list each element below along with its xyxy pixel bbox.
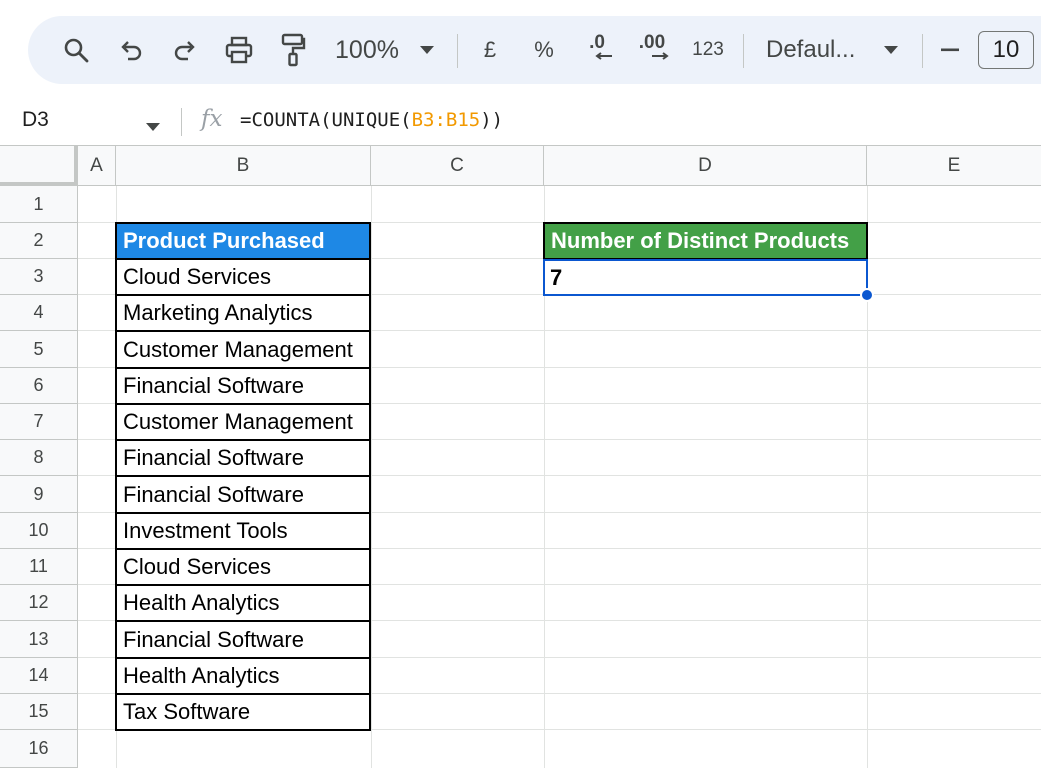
row-header[interactable]: 8 bbox=[0, 440, 78, 476]
paint-format-icon[interactable] bbox=[278, 16, 308, 84]
chevron-down-icon[interactable] bbox=[146, 118, 160, 136]
distinct-products-header-cell[interactable]: Number of Distinct Products bbox=[543, 222, 868, 260]
formula-divider bbox=[181, 108, 182, 136]
row-header[interactable]: 10 bbox=[0, 513, 78, 549]
row-header[interactable]: 16 bbox=[0, 730, 78, 768]
product-cell[interactable]: Financial Software bbox=[115, 369, 371, 405]
font-size-input[interactable]: 10 bbox=[978, 31, 1034, 69]
row-header[interactable]: 6 bbox=[0, 368, 78, 404]
formula-range-ref: B3:B15 bbox=[411, 109, 481, 131]
product-cell[interactable]: Financial Software bbox=[115, 441, 371, 477]
font-select[interactable]: Defaul... bbox=[766, 16, 862, 84]
product-cell[interactable]: Health Analytics bbox=[115, 659, 371, 695]
chevron-down-icon[interactable] bbox=[880, 16, 902, 84]
row-header[interactable]: 5 bbox=[0, 331, 78, 368]
fx-icon: fx bbox=[201, 106, 223, 132]
percent-button[interactable]: % bbox=[531, 16, 557, 84]
column-header-c[interactable]: C bbox=[371, 146, 544, 186]
row-header[interactable]: 13 bbox=[0, 621, 78, 658]
product-cell[interactable]: Tax Software bbox=[115, 695, 371, 731]
product-header-cell[interactable]: Product Purchased bbox=[115, 222, 371, 260]
product-cell[interactable]: Marketing Analytics bbox=[115, 296, 371, 332]
arrow-right-icon bbox=[652, 52, 669, 60]
select-all-corner[interactable] bbox=[0, 146, 78, 186]
number-format-button[interactable]: 123 bbox=[688, 16, 728, 84]
product-cell[interactable]: Financial Software bbox=[115, 477, 371, 514]
toolbar-divider bbox=[743, 34, 744, 68]
selection-outline bbox=[543, 259, 868, 296]
arrow-left-icon bbox=[595, 52, 612, 60]
row-header[interactable]: 15 bbox=[0, 694, 78, 730]
product-cell[interactable]: Cloud Services bbox=[115, 260, 371, 296]
row-header[interactable]: 3 bbox=[0, 259, 78, 295]
zoom-select[interactable]: 100% bbox=[334, 16, 400, 84]
fill-handle[interactable] bbox=[860, 288, 874, 302]
product-cell[interactable]: Investment Tools bbox=[115, 514, 371, 550]
formula-bar: D3 fx =COUNTA(UNIQUE(B3:B15)) bbox=[0, 98, 1041, 146]
product-cell[interactable]: Financial Software bbox=[115, 622, 371, 659]
formula-input[interactable]: =COUNTA(UNIQUE(B3:B15)) bbox=[240, 109, 503, 131]
chevron-down-icon[interactable] bbox=[416, 16, 438, 84]
product-cell[interactable]: Customer Management bbox=[115, 332, 371, 369]
column-header-a[interactable]: A bbox=[78, 146, 116, 186]
row-header[interactable]: 14 bbox=[0, 658, 78, 694]
row-header[interactable]: 9 bbox=[0, 476, 78, 513]
undo-icon[interactable] bbox=[116, 16, 146, 84]
search-icon[interactable] bbox=[58, 16, 94, 84]
currency-button[interactable]: £ bbox=[478, 16, 502, 84]
toolbar-divider bbox=[457, 34, 458, 68]
name-box[interactable]: D3 bbox=[22, 108, 49, 132]
toolbar-divider bbox=[922, 34, 923, 68]
spreadsheet-grid: A B C D E 1 2 3 4 5 6 7 8 9 10 11 12 13 … bbox=[0, 146, 1041, 768]
column-header-d[interactable]: D bbox=[544, 146, 867, 186]
row-header[interactable]: 11 bbox=[0, 549, 78, 585]
decrease-font-size-button[interactable] bbox=[937, 16, 963, 84]
row-header[interactable]: 2 bbox=[0, 223, 78, 259]
row-header[interactable]: 12 bbox=[0, 585, 78, 621]
increase-decimal-button[interactable]: .00 bbox=[632, 16, 672, 84]
product-cell[interactable]: Cloud Services bbox=[115, 550, 371, 586]
column-header-b[interactable]: B bbox=[116, 146, 371, 186]
decrease-decimal-button[interactable]: .0 bbox=[580, 16, 614, 84]
product-cell[interactable]: Health Analytics bbox=[115, 586, 371, 622]
minus-icon bbox=[941, 48, 959, 52]
zoom-value: 100% bbox=[335, 35, 399, 64]
row-header[interactable]: 7 bbox=[0, 404, 78, 440]
product-cell[interactable]: Customer Management bbox=[115, 405, 371, 441]
toolbar-area: 100% £ % .0 .00 123 Defaul... 10 bbox=[0, 0, 1041, 98]
column-header-e[interactable]: E bbox=[867, 146, 1041, 186]
row-header[interactable]: 4 bbox=[0, 295, 78, 331]
redo-icon[interactable] bbox=[170, 16, 200, 84]
row-header[interactable]: 1 bbox=[0, 186, 78, 223]
print-icon[interactable] bbox=[222, 16, 256, 84]
toolbar: 100% £ % .0 .00 123 Defaul... 10 bbox=[28, 16, 1041, 84]
grid-line bbox=[371, 186, 372, 768]
